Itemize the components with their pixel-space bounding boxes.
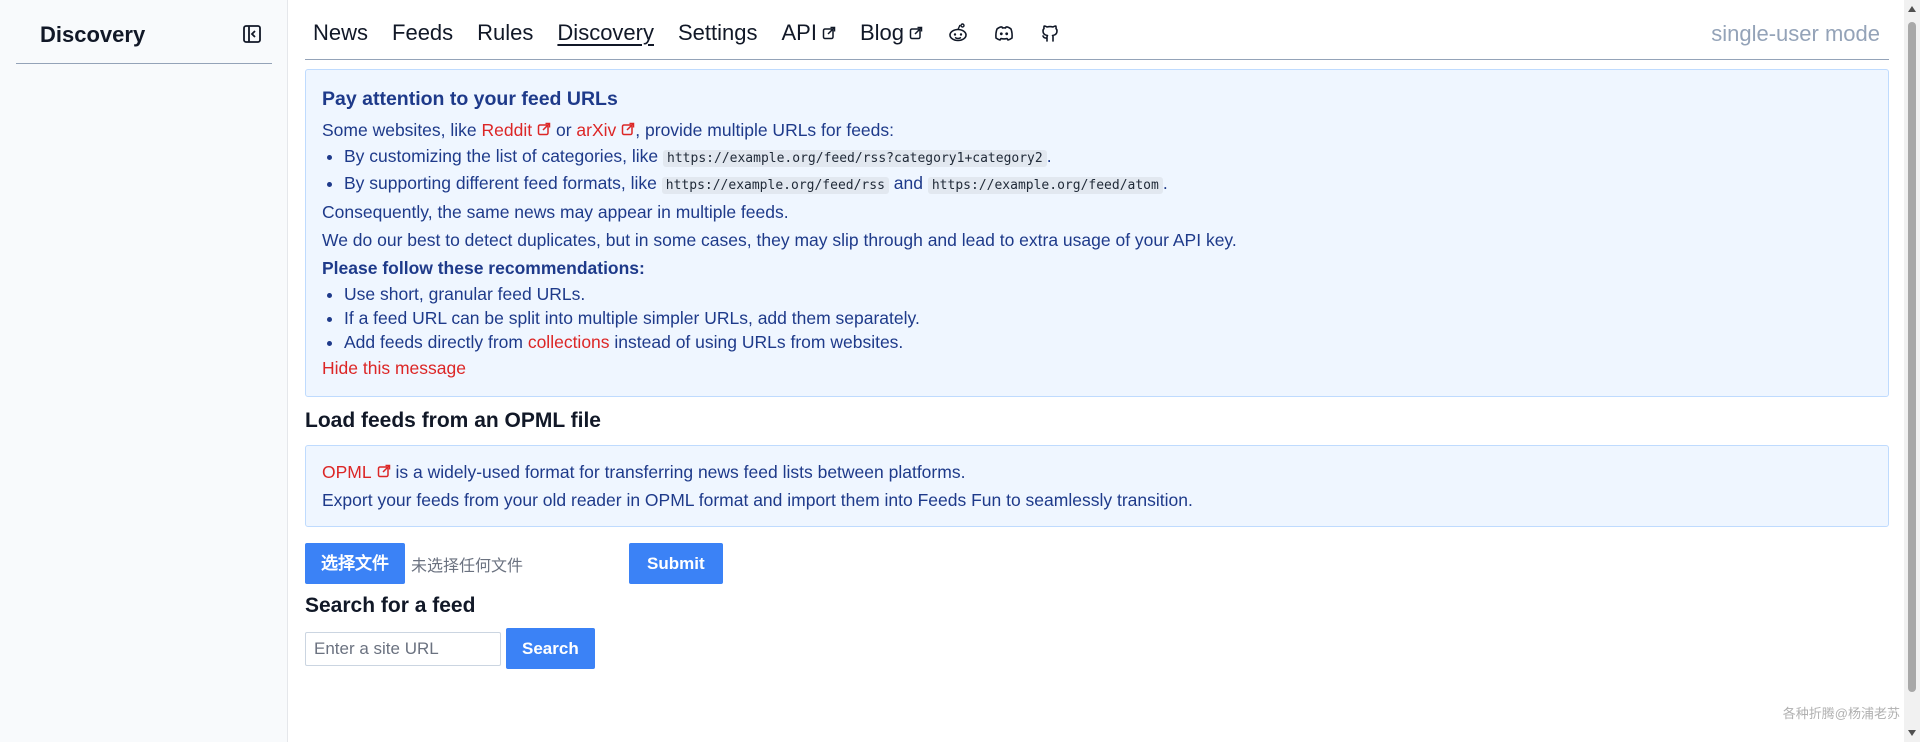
watermark: 各种折腾@杨浦老苏 [1782,706,1900,721]
nav-items: News Feeds Rules Discovery Settings API … [313,20,1085,46]
list-item: If a feed URL can be split into multiple… [344,306,1872,330]
notice-consequence: Consequently, the same news may appear i… [322,202,789,222]
nav-api-label: API [781,20,817,45]
sidebar-title: Discovery [40,22,146,47]
nav-discovery-label: Discovery [557,20,654,45]
notice-intro: Some websites, like Reddit or arXiv, pro… [322,120,895,140]
nav-feeds[interactable]: Feeds [392,20,453,46]
opml-link[interactable]: OPML [322,462,391,482]
opml-line2: Export your feeds from your old reader i… [322,490,1193,510]
scroll-thumb[interactable] [1908,22,1916,692]
recommendations-title: Please follow these recommendations: [322,258,645,278]
search-section-title: Search for a feed [305,594,476,617]
reddit-link[interactable]: Reddit [482,120,552,140]
notice-duplicates: We do our best to detect duplicates, but… [322,230,1237,250]
nav-discovery[interactable]: Discovery [557,20,654,46]
reddit-icon[interactable] [947,22,969,44]
sidebar-collapse-icon[interactable] [242,24,262,44]
site-url-input[interactable] [305,631,501,666]
opml-section-title: Load feeds from an OPML file [305,409,601,432]
example-url: https://example.org/feed/atom [927,177,1163,194]
example-url: https://example.org/feed/rss?category1+c… [663,150,1047,167]
sidebar: Discovery [0,0,288,742]
main-content: Pay attention to your feed URLs Some web… [305,69,1889,669]
search-form: Search [305,628,1889,669]
external-link-icon [537,122,551,136]
hide-message-link[interactable]: Hide this message [322,358,466,378]
scroll-up-arrow-icon[interactable] [1908,6,1916,12]
nav-blog[interactable]: Blog [860,20,923,46]
list-item: Add feeds directly from collections inst… [344,330,1872,354]
list-item: By customizing the list of categories, l… [344,144,1872,171]
nav-blog-label: Blog [859,20,905,45]
top-navigation: News Feeds Rules Discovery Settings API … [305,0,1889,60]
recommendations-list: Use short, granular feed URLs. If a feed… [322,282,1872,354]
submit-button[interactable]: Submit [629,543,723,584]
external-link-icon [822,26,836,40]
choose-file-button[interactable]: 选择文件 [305,543,405,584]
github-icon[interactable] [1039,22,1061,44]
vertical-scrollbar[interactable] [1904,0,1920,742]
feed-url-examples: By customizing the list of categories, l… [322,144,1872,198]
nav-feeds-label: Feeds [392,20,454,45]
list-item: Use short, granular feed URLs. [344,282,1872,306]
external-link-icon [377,464,390,478]
scroll-down-arrow-icon[interactable] [1908,730,1916,736]
mode-indicator: single-user mode [1711,21,1880,46]
nav-rules[interactable]: Rules [477,20,533,46]
nav-news[interactable]: News [313,20,368,46]
no-file-chosen-label: 未选择任何文件 [411,557,524,575]
example-url: https://example.org/feed/rss [661,177,889,194]
opml-upload-form: 选择文件 未选择任何文件 Submit [305,543,1889,584]
nav-settings-label: Settings [678,20,758,45]
nav-api[interactable]: API [782,20,836,46]
opml-line1: OPML is a widely-used format for transfe… [322,462,966,482]
discord-icon[interactable] [993,22,1015,44]
sidebar-header: Discovery [16,0,272,64]
arxiv-link[interactable]: arXiv [576,120,635,140]
external-link-icon [622,122,635,136]
collections-link[interactable]: collections [528,332,610,352]
list-item: By supporting different feed formats, li… [344,171,1872,198]
nav-rules-label: Rules [477,20,534,45]
search-button[interactable]: Search [506,628,595,669]
external-link-icon [909,26,923,40]
nav-news-label: News [313,20,369,45]
feed-url-notice: Pay attention to your feed URLs Some web… [305,69,1889,397]
nav-settings[interactable]: Settings [678,20,758,46]
notice-title: Pay attention to your feed URLs [322,88,618,110]
opml-info: OPML is a widely-used format for transfe… [305,445,1889,527]
